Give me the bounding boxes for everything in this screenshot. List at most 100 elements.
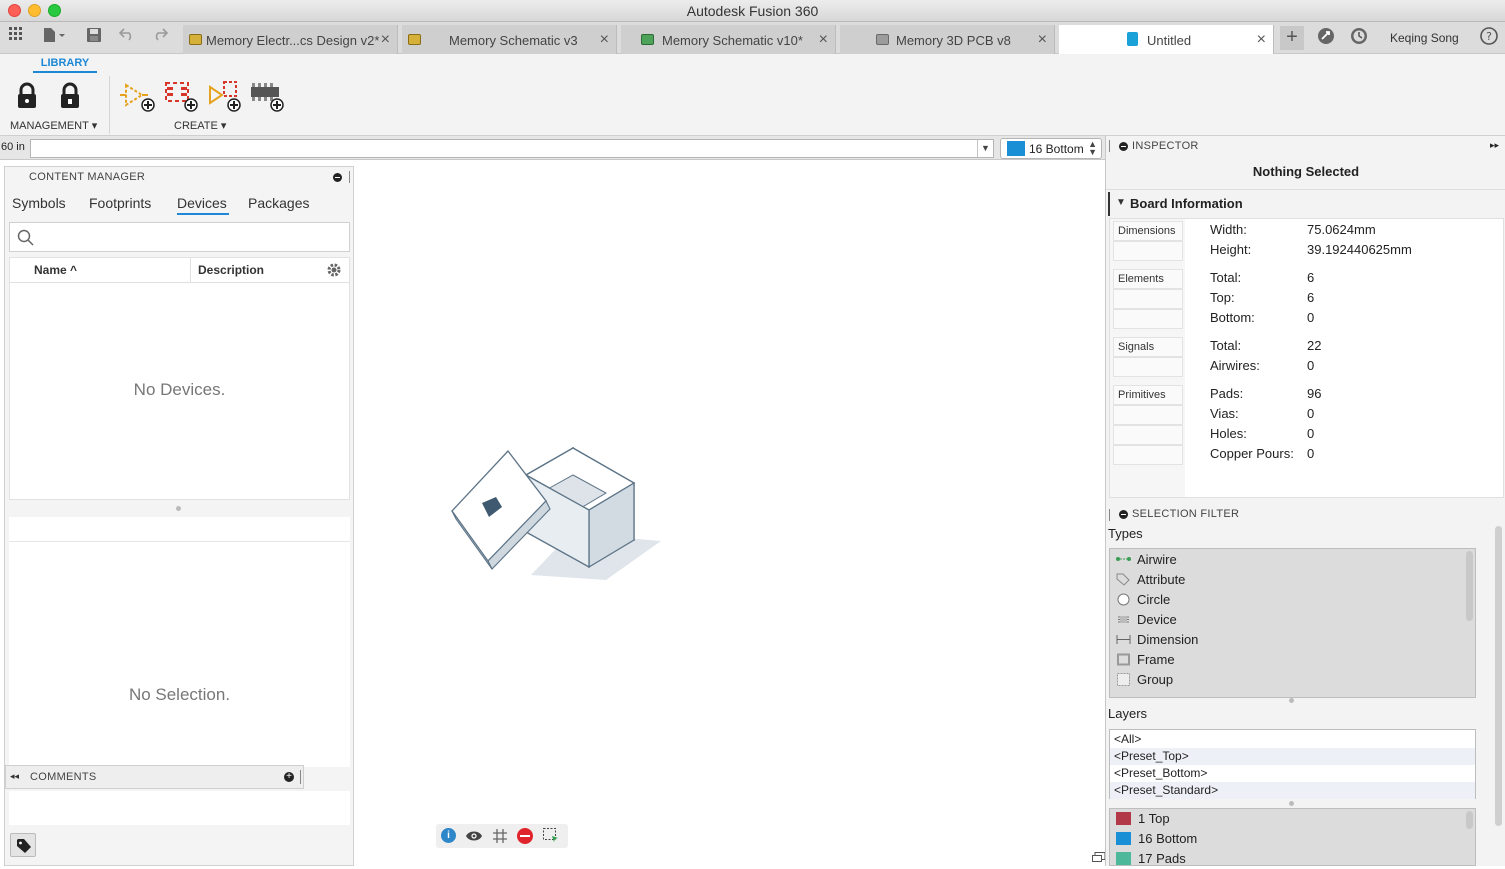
history-clock-icon[interactable] [1349,27,1369,47]
preset-bottom[interactable]: <Preset_Bottom> [1114,766,1207,780]
add-comment-icon[interactable]: + [284,772,294,782]
create-device-icon[interactable] [206,79,242,116]
device-list[interactable]: Name ^ Description No Devices. [9,257,350,500]
section-title: Board Information [1130,196,1243,211]
tab-memory-3d-pcb[interactable]: Memory 3D PCB v8 × [840,25,1055,54]
save-icon[interactable] [84,27,104,47]
tab-label: Untitled [1147,33,1192,48]
layer-17-pads[interactable]: 17 Pads [1116,851,1186,865]
type-label: Device [1137,612,1177,627]
elements-bottom-value: 0 [1307,310,1315,325]
eye-icon[interactable] [465,829,483,843]
create-menu[interactable]: CREATE ▾ [174,119,226,132]
preset-standard[interactable]: <Preset_Standard> [1114,783,1218,797]
board-information-header[interactable]: ▼ Board Information [1108,192,1504,216]
column-header-description[interactable]: Description [198,263,264,277]
info-icon[interactable]: i [441,828,456,843]
stop-icon[interactable] [517,828,533,844]
layer-color-swatch [1116,812,1131,825]
inspector-scrollbar[interactable] [1495,526,1502,826]
canvas-toolbar: i [436,824,568,848]
comments-panel-header[interactable]: ◂◂ COMMENTS + [5,765,304,789]
splitter-handle[interactable] [176,506,181,511]
selection-filter-title: SELECTION FILTER [1132,508,1240,520]
close-tab-icon[interactable]: × [1038,31,1047,49]
chevron-down-icon[interactable]: ▼ [977,140,993,157]
layers-scrollbar[interactable] [1466,811,1473,829]
redo-icon[interactable] [150,27,170,47]
selection-box-icon[interactable] [542,827,560,845]
type-airwire[interactable]: Airwire [1116,552,1177,567]
tab-memory-schematic-v10[interactable]: Memory Schematic v10* × [621,25,836,54]
layer-label: 1 Top [1138,811,1170,826]
gear-icon[interactable] [326,262,342,278]
panel-collapse-icon[interactable] [333,173,342,182]
preset-all[interactable]: <All> [1114,732,1141,746]
unlock-management-icon[interactable] [57,82,83,113]
expand-right-icon[interactable]: ▸▸ [1490,140,1499,151]
close-tab-icon[interactable]: × [1257,31,1266,49]
holes-value: 0 [1307,426,1315,441]
sort-ascending-icon: ^ [70,263,78,277]
create-footprint-icon[interactable] [163,79,199,116]
stepper-arrows-icon[interactable]: ▲ ▼ [1088,140,1097,157]
new-tab-plus-icon[interactable]: + [1280,26,1304,50]
tab-devices[interactable]: Devices [177,195,227,211]
type-frame[interactable]: Frame [1116,652,1175,667]
panel-collapse-icon[interactable] [1119,510,1128,519]
panel-grip-icon[interactable] [1109,509,1110,521]
layer-presets-list[interactable]: <All> <Preset_Top> <Preset_Bottom> <Pres… [1109,729,1476,799]
preset-top[interactable]: <Preset_Top> [1114,749,1189,763]
layer-1-top[interactable]: 1 Top [1116,811,1170,826]
panel-grip-icon[interactable] [349,171,350,183]
tab-memory-electronics-design[interactable]: Memory Electr...cs Design v2* × [183,25,398,54]
tab-memory-schematic-v3[interactable]: Memory Schematic v3 × [402,25,617,54]
type-device[interactable]: Device [1116,612,1177,627]
create-package-icon[interactable] [249,79,285,116]
comment-icon[interactable] [1092,852,1106,867]
tab-packages[interactable]: Packages [248,195,309,211]
grid-icon[interactable] [492,828,508,844]
type-circle[interactable]: Circle [1116,592,1170,607]
type-attribute[interactable]: Attribute [1116,572,1185,587]
close-tab-icon[interactable]: × [600,31,609,49]
types-list[interactable]: Airwire Attribute Circle Device Dimensio… [1109,548,1476,698]
app-grid-icon[interactable] [6,27,26,47]
layers-list[interactable]: 1 Top 16 Bottom 17 Pads [1109,808,1476,866]
column-divider[interactable] [190,258,191,283]
user-name[interactable]: Keqing Song [1390,31,1459,45]
management-menu[interactable]: MANAGEMENT ▾ [10,119,97,132]
tab-symbols[interactable]: Symbols [12,195,66,211]
type-group[interactable]: Group [1116,672,1173,687]
create-symbol-icon[interactable] [120,79,156,116]
close-tab-icon[interactable]: × [819,31,828,49]
panel-collapse-icon[interactable] [1119,142,1128,151]
tag-button[interactable] [10,833,36,857]
ribbon-tab-library[interactable]: LIBRARY [33,57,97,69]
category-spacer [1113,241,1183,261]
file-menu-icon[interactable] [38,27,70,47]
tab-untitled[interactable]: Untitled × [1059,25,1274,54]
column-header-name[interactable]: Name ^ [34,263,77,277]
splitter-handle[interactable] [1289,698,1294,703]
undo-icon[interactable] [117,27,137,47]
job-status-icon[interactable] [1316,27,1336,47]
command-line-input[interactable]: ▼ [30,139,994,158]
types-scrollbar[interactable] [1466,551,1473,621]
panel-grip-icon[interactable] [1109,140,1110,152]
panel-grip-icon[interactable] [300,770,301,784]
tab-footprints[interactable]: Footprints [89,195,151,211]
help-icon[interactable]: ? [1479,27,1499,47]
splitter-handle[interactable] [1289,801,1294,806]
layer-16-bottom[interactable]: 16 Bottom [1116,831,1197,846]
vias-value: 0 [1307,406,1315,421]
layer-select[interactable]: 16 Bottom ▲ ▼ [1000,138,1102,159]
type-label: Dimension [1137,632,1199,647]
type-label: Airwire [1137,552,1177,567]
design-canvas[interactable] [356,160,1106,867]
search-input[interactable] [9,222,350,252]
type-dimension[interactable]: Dimension [1116,632,1198,647]
lock-management-icon[interactable] [14,82,40,113]
expand-left-icon[interactable]: ◂◂ [10,771,19,782]
close-tab-icon[interactable]: × [381,31,390,49]
